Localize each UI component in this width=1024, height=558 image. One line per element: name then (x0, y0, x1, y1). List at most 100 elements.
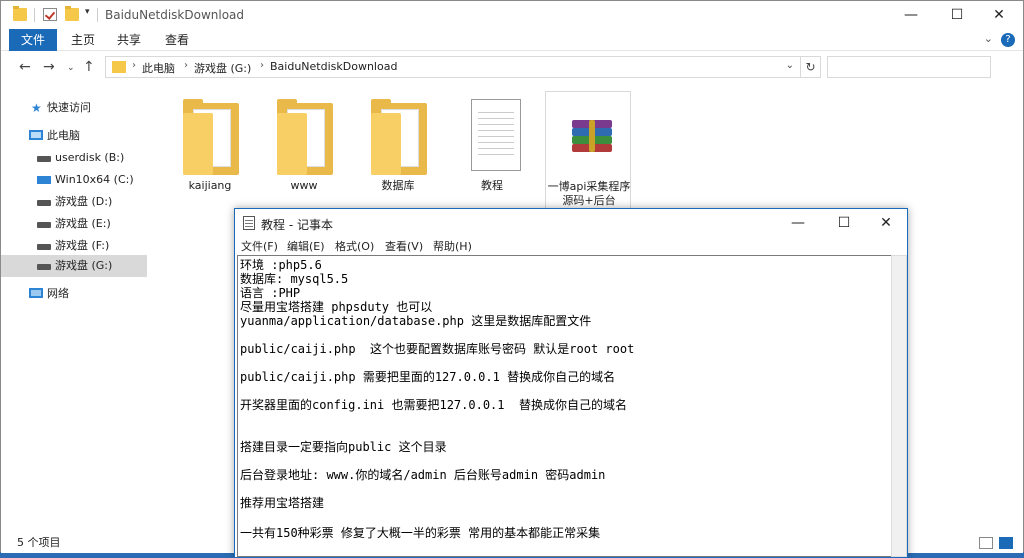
recent-locations-icon[interactable]: ⌄ (67, 63, 75, 73)
maximize-button[interactable]: ☐ (934, 1, 980, 29)
chevron-down-icon[interactable]: ⌄ (786, 60, 794, 71)
tab-share[interactable]: 共享 (107, 29, 151, 51)
nav-network[interactable]: 网络 (1, 283, 147, 305)
notepad-title-bar[interactable]: 教程 - 记事本 — ☐ ✕ (235, 209, 907, 237)
vertical-scrollbar[interactable] (891, 255, 907, 557)
menu-view[interactable]: 查看(V) (385, 238, 423, 254)
chevron-right-icon[interactable]: › (132, 60, 136, 71)
navigation-pane: ★ 快速访问 此电脑 userdisk (B:) Win10x64 (C:) 游… (1, 85, 149, 533)
window-title: BaiduNetdiskDownload (105, 8, 245, 22)
nav-drive-f[interactable]: 游戏盘 (F:) (1, 235, 147, 257)
menu-format[interactable]: 格式(O) (335, 238, 374, 254)
large-icons-view-icon[interactable] (999, 537, 1013, 549)
close-button[interactable]: ✕ (863, 209, 909, 237)
search-input[interactable] (827, 56, 991, 78)
chevron-right-icon[interactable]: › (184, 60, 188, 71)
text-line: yuanma/application/database.php 这里是数据库配置… (240, 314, 592, 328)
nav-quick-access[interactable]: ★ 快速访问 (1, 97, 147, 119)
item-name: www (290, 179, 318, 192)
address-bar[interactable]: › 此电脑 › 游戏盘 (G:) › BaiduNetdiskDownload … (105, 56, 801, 78)
list-item[interactable]: www (261, 91, 347, 211)
tab-file[interactable]: 文件 (9, 29, 57, 51)
separator (34, 8, 35, 22)
nav-drive-g[interactable]: 游戏盘 (G:) (1, 255, 147, 277)
menu-file[interactable]: 文件(F) (241, 238, 278, 254)
text-line: 一共有150种彩票 修复了大概一半的彩票 常用的基本都能正常采集 (240, 526, 601, 540)
network-icon (29, 288, 43, 298)
text-line: 搭建目录一定要指向public 这个目录 (240, 440, 447, 454)
help-icon[interactable]: ? (1001, 33, 1015, 47)
item-name: 数据库 (381, 179, 415, 192)
minimize-button[interactable]: — (775, 209, 821, 237)
breadcrumb-drive-g[interactable]: 游戏盘 (G:) (194, 60, 251, 76)
drive-icon (37, 222, 51, 228)
notepad-title: 教程 - 记事本 (261, 218, 333, 232)
text-line: 尽量用宝塔搭建 phpsduty 也可以 (240, 300, 433, 314)
nav-label: 网络 (47, 287, 69, 300)
menu-help[interactable]: 帮助(H) (433, 238, 472, 254)
item-count: 5 个项目 (17, 536, 61, 549)
forward-arrow-icon[interactable]: → (43, 59, 55, 75)
tab-home[interactable]: 主页 (61, 29, 105, 51)
text-line: public/caiji.php 这个也要配置数据库账号密码 默认是root r… (240, 342, 635, 356)
breadcrumb-current-folder[interactable]: BaiduNetdiskDownload (270, 60, 397, 73)
nav-drive-c[interactable]: Win10x64 (C:) (1, 169, 147, 191)
nav-label: 此电脑 (47, 129, 80, 142)
list-item[interactable]: 数据库 (355, 91, 441, 211)
tab-view[interactable]: 查看 (155, 29, 199, 51)
drive-icon (37, 200, 51, 206)
folder-icon[interactable] (13, 6, 27, 21)
menu-edit[interactable]: 编辑(E) (287, 238, 325, 254)
list-item-selected[interactable]: 一博api采集程序源码+后台 (545, 91, 631, 211)
folder-icon (183, 99, 239, 175)
drive-icon (37, 244, 51, 250)
text-line: 开奖器里面的config.ini 也需要把127.0.0.1 替换成你自己的域名 (240, 398, 627, 412)
details-view-icon[interactable] (979, 537, 993, 549)
winrar-archive-icon (562, 100, 618, 176)
text-line: 后台登录地址: www.你的域名/admin 后台账号admin 密码admin (240, 468, 606, 482)
new-folder-icon[interactable] (65, 6, 79, 21)
folder-icon (112, 61, 126, 73)
nav-label: userdisk (B:) (55, 151, 125, 164)
notepad-content: 环境 :php5.6 数据库: mysql5.5 语言 :PHP 尽量用宝塔搭建… (240, 256, 890, 540)
notepad-menu-bar: 文件(F) 编辑(E) 格式(O) 查看(V) 帮助(H) (235, 237, 907, 255)
text-line: 语言 :PHP (240, 286, 301, 300)
nav-drive-e[interactable]: 游戏盘 (E:) (1, 213, 147, 235)
up-arrow-icon[interactable]: ↑ (83, 59, 95, 75)
list-item[interactable]: 教程 (449, 91, 535, 211)
text-line: 数据库: mysql5.5 (240, 272, 349, 286)
chevron-right-icon[interactable]: › (260, 60, 264, 71)
folder-icon (277, 99, 333, 175)
text-line: public/caiji.php 需要把里面的127.0.0.1 替换成你自己的… (240, 370, 616, 384)
customize-toolbar-icon[interactable]: ▾ (85, 7, 90, 17)
nav-label: 游戏盘 (D:) (55, 195, 113, 208)
close-button[interactable]: ✕ (976, 1, 1022, 29)
refresh-icon: ↻ (805, 60, 816, 74)
properties-icon[interactable] (43, 8, 57, 21)
maximize-button[interactable]: ☐ (821, 209, 867, 237)
ribbon-controls: ⌄? (984, 32, 1015, 47)
notepad-icon (243, 216, 255, 230)
drive-icon (37, 264, 51, 270)
star-icon: ★ (31, 101, 42, 115)
breadcrumb-this-pc[interactable]: 此电脑 (142, 60, 175, 76)
separator (97, 8, 98, 22)
notepad-text-area[interactable]: 环境 :php5.6 数据库: mysql5.5 语言 :PHP 尽量用宝塔搭建… (237, 255, 891, 557)
list-item[interactable]: kaijiang (167, 91, 253, 211)
back-arrow-icon[interactable]: ← (19, 59, 31, 75)
ribbon-tabs: 文件 主页 共享 查看 ⌄? (1, 29, 1023, 51)
drive-icon (37, 156, 51, 162)
explorer-title-bar[interactable]: ▾ BaiduNetdiskDownload — ☐ ✕ (1, 1, 1023, 29)
item-name: 教程 (481, 179, 503, 192)
nav-label: 游戏盘 (F:) (55, 239, 110, 252)
item-name: kaijiang (188, 179, 232, 192)
expand-ribbon-icon[interactable]: ⌄ (984, 32, 993, 45)
minimize-button[interactable]: — (888, 1, 934, 29)
refresh-button[interactable]: ↻ (801, 56, 821, 78)
nav-drive-d[interactable]: 游戏盘 (D:) (1, 191, 147, 213)
nav-drive-b[interactable]: userdisk (B:) (1, 147, 147, 169)
nav-label: Win10x64 (C:) (55, 173, 134, 186)
text-line: 推荐用宝塔搭建 (240, 496, 325, 510)
nav-this-pc[interactable]: 此电脑 (1, 125, 147, 147)
nav-label: 快速访问 (47, 101, 91, 114)
